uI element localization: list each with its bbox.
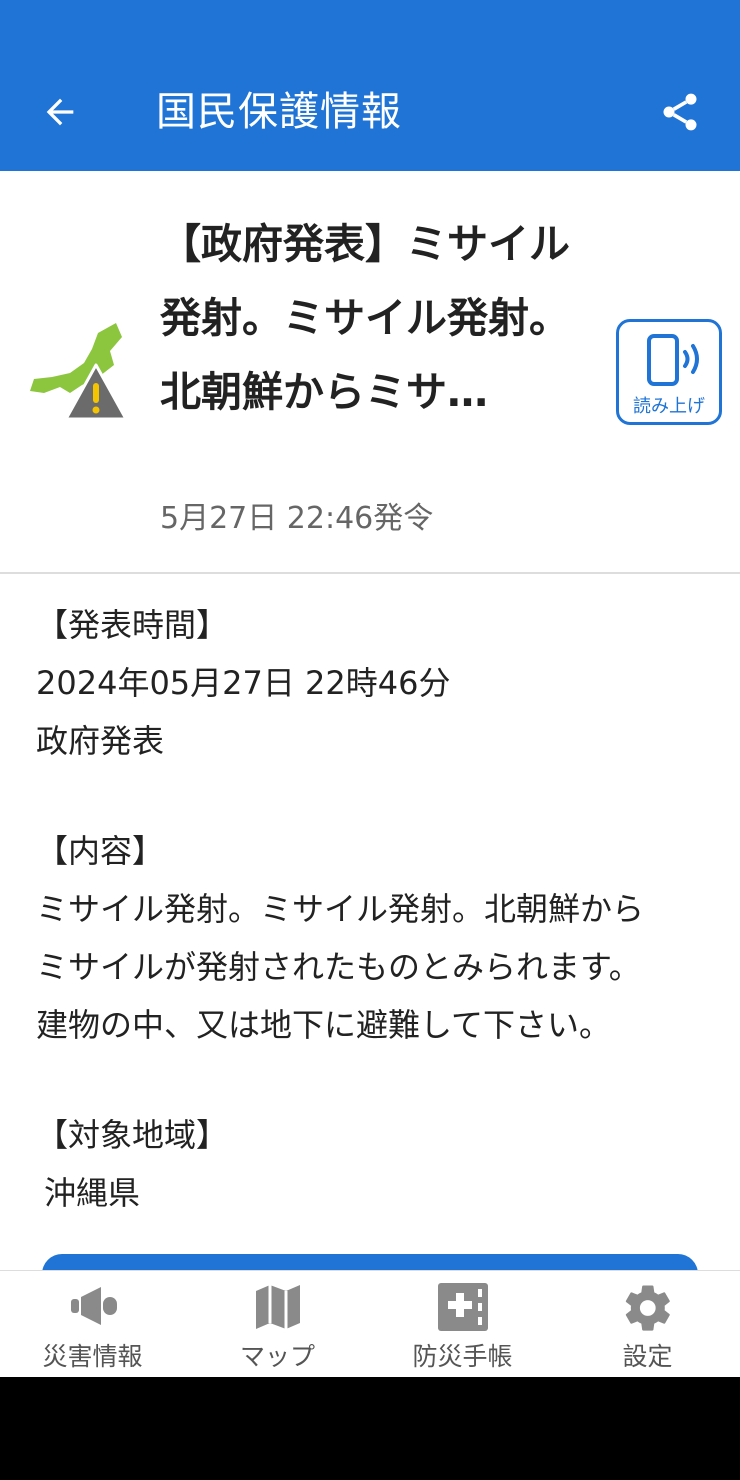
divider	[0, 572, 740, 574]
content-line: 建物の中、又は地下に避難して下さい。	[36, 1006, 612, 1044]
alert-title: 【政府発表】ミサイル発射。ミサイル発射。北朝鮮からミサ…	[160, 220, 570, 416]
arrow-left-icon	[46, 98, 74, 126]
nav-label: 災害情報	[42, 1342, 143, 1371]
back-button[interactable]	[30, 82, 90, 142]
read-aloud-button[interactable]: 読み上げ	[616, 319, 722, 425]
screen: 国民保護情報 【政府発表】ミサイル発射。ミサイル発射。北朝鮮からミサ… 5月27…	[0, 0, 740, 1480]
share-icon	[663, 93, 697, 131]
app-bar: 国民保護情報	[0, 0, 740, 171]
phone-speaker-icon	[647, 334, 699, 386]
bottom-nav: 災害情報 マップ 防災手帳 設定	[0, 1270, 740, 1377]
gear-icon	[625, 1285, 670, 1331]
nav-label: マップ	[239, 1342, 315, 1371]
time-value: 2024年05月27日 22時46分	[36, 664, 451, 702]
read-aloud-label: 読み上げ	[633, 396, 705, 417]
content-line: ミサイル発射。ミサイル発射。北朝鮮から	[36, 890, 645, 928]
alert-header: 【政府発表】ミサイル発射。ミサイル発射。北朝鮮からミサ… 5月27日 22:46…	[0, 171, 740, 573]
megaphone-icon	[70, 1287, 117, 1325]
alert-body: 【発表時間】 2024年05月27日 22時46分 政府発表 【内容】 ミサイル…	[36, 596, 716, 1222]
source-text: 政府発表	[36, 722, 165, 760]
nav-item-settings[interactable]: 設定	[555, 1271, 740, 1377]
nav-label: 防災手帳	[412, 1342, 513, 1371]
content-heading: 【内容】	[36, 832, 165, 870]
alert-issued-time: 5月27日 22:46発令	[160, 501, 434, 536]
nav-item-map[interactable]: マップ	[185, 1271, 370, 1377]
share-button[interactable]	[650, 82, 710, 142]
map-icon	[255, 1285, 300, 1329]
first-aid-book-icon	[437, 1283, 488, 1331]
area-value: 沖縄県	[44, 1174, 141, 1212]
nav-item-handbook[interactable]: 防災手帳	[370, 1271, 555, 1377]
nav-label: 設定	[622, 1342, 673, 1371]
content-line: ミサイルが発射されたものとみられます。	[36, 948, 641, 986]
japan-map-warning-icon	[30, 323, 128, 421]
page-title: 国民保護情報	[156, 89, 402, 135]
system-navigation-bar	[0, 1377, 740, 1480]
time-heading: 【発表時間】	[36, 606, 229, 644]
nav-item-disaster-info[interactable]: 災害情報	[0, 1271, 185, 1377]
area-heading: 【対象地域】	[36, 1116, 229, 1154]
